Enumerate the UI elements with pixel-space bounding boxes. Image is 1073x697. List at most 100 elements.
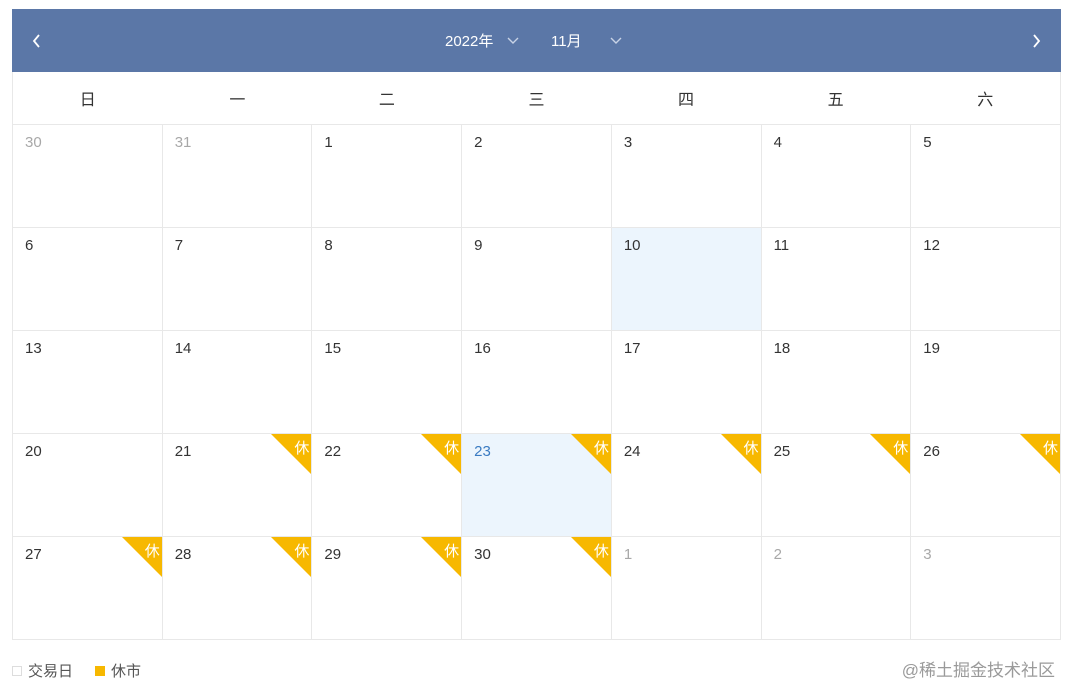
day-cell[interactable]: 11 (761, 228, 912, 331)
day-number: 15 (324, 340, 342, 357)
weekday-header: 六 (977, 92, 994, 109)
day-number: 3 (623, 134, 633, 151)
day-cell[interactable]: 9 (462, 228, 612, 331)
day-cell[interactable]: 7 (162, 228, 313, 331)
chevron-down-icon (610, 37, 622, 44)
badge-label: 休 (893, 439, 909, 457)
day-cell[interactable]: 8 (312, 228, 463, 331)
prev-month-button[interactable] (12, 9, 62, 72)
badge-label: 休 (144, 542, 160, 560)
day-cell[interactable]: 14 (162, 331, 313, 434)
day-cell[interactable]: 17 (611, 331, 762, 434)
year-select[interactable]: 2022年 (445, 9, 519, 72)
day-cell[interactable]: 27 休 (13, 537, 163, 640)
day-cell[interactable]: 3 (911, 537, 1061, 640)
badge-label: 休 (444, 439, 460, 457)
day-cell[interactable]: 2 (761, 537, 912, 640)
badge-label: 休 (294, 542, 310, 560)
weekday-header: 四 (678, 92, 695, 109)
next-month-button[interactable] (1011, 9, 1061, 72)
day-number: 2 (773, 546, 782, 563)
day-cell[interactable]: 20 (13, 434, 163, 537)
day-cell[interactable]: 10 (611, 228, 762, 331)
calendar: 2022年 11月 日 一 二 三 四 五 六 30 31 1 2 3 4 5 6 7 8 9 10 1… (12, 9, 1061, 640)
chevron-down-icon (507, 37, 519, 44)
legend-market-closed: 休市 (95, 660, 141, 681)
day-cell[interactable]: 6 (13, 228, 163, 331)
day-cell[interactable]: 26 休 (911, 434, 1061, 537)
market-closed-badge: 休 (271, 537, 312, 577)
badge-label: 休 (294, 439, 310, 457)
market-closed-badge: 休 (720, 434, 761, 474)
day-cell[interactable]: 23 休 (462, 434, 612, 537)
weekday-header: 一 (229, 92, 246, 109)
legend-trading-day-label: 交易日 (28, 663, 74, 680)
day-cell[interactable]: 16 (462, 331, 612, 434)
day-cell[interactable]: 31 (162, 125, 313, 228)
day-number: 7 (174, 237, 184, 254)
day-cell[interactable]: 19 (911, 331, 1061, 434)
day-cell[interactable]: 15 (312, 331, 463, 434)
weekday-header: 日 (79, 92, 96, 109)
day-cell[interactable]: 5 (911, 125, 1061, 228)
market-closed-badge: 休 (570, 537, 611, 577)
day-number: 17 (623, 340, 641, 357)
market-closed-badge: 休 (570, 434, 611, 474)
day-number: 1 (623, 546, 633, 563)
day-cell[interactable]: 18 (761, 331, 912, 434)
trading-day-swatch (12, 665, 22, 676)
day-cell[interactable]: 1 (611, 537, 762, 640)
day-number: 18 (773, 340, 791, 357)
day-cell[interactable]: 13 (13, 331, 163, 434)
month-select[interactable]: 11月 (551, 9, 622, 72)
calendar-header: 2022年 11月 (12, 9, 1061, 72)
market-closed-badge: 休 (870, 434, 911, 474)
legend-trading-day: 交易日 (12, 660, 73, 681)
day-number: 29 (324, 546, 342, 563)
day-number: 25 (773, 443, 791, 460)
day-number: 30 (474, 546, 491, 563)
day-number: 2 (474, 134, 483, 151)
badge-label: 休 (444, 542, 460, 560)
weekday-row: 日 一 二 三 四 五 六 (12, 72, 1061, 125)
day-cell[interactable]: 4 (761, 125, 912, 228)
chevron-left-icon (32, 33, 40, 48)
day-cell[interactable]: 28 休 (162, 537, 313, 640)
legend-market-closed-label: 休市 (111, 663, 142, 680)
day-cell[interactable]: 1 (312, 125, 463, 228)
day-grid: 30 31 1 2 3 4 5 6 7 8 9 10 11 12 13 14 15 16 17 18 19 20 21 休 22… (12, 125, 1061, 640)
day-number: 30 (25, 134, 42, 151)
badge-label: 休 (593, 542, 609, 560)
badge-label: 休 (1042, 439, 1058, 457)
day-cell[interactable]: 25 休 (761, 434, 912, 537)
day-cell[interactable]: 29 休 (312, 537, 463, 640)
market-closed-badge: 休 (1019, 434, 1060, 474)
watermark: @稀土掘金技术社区 (901, 661, 1055, 680)
market-closed-badge: 休 (121, 537, 162, 577)
day-cell[interactable]: 12 (911, 228, 1061, 331)
market-closed-badge: 休 (271, 434, 312, 474)
market-closed-badge: 休 (421, 537, 462, 577)
legend: 交易日 休市 (12, 660, 163, 681)
year-value: 2022年 (445, 33, 494, 50)
day-cell[interactable]: 30 (13, 125, 163, 228)
day-number: 19 (923, 340, 940, 357)
day-cell[interactable]: 22 休 (312, 434, 463, 537)
day-number: 22 (324, 443, 342, 460)
day-cell[interactable]: 24 休 (611, 434, 762, 537)
day-cell[interactable]: 30 休 (462, 537, 612, 640)
day-number: 21 (174, 443, 192, 460)
day-cell[interactable]: 2 (462, 125, 612, 228)
day-number: 27 (25, 546, 42, 563)
day-cell[interactable]: 21 休 (162, 434, 313, 537)
day-number: 14 (174, 340, 192, 357)
day-cell[interactable]: 3 (611, 125, 762, 228)
month-value: 11月 (551, 33, 582, 50)
day-number: 8 (324, 237, 333, 254)
chevron-right-icon (1033, 33, 1041, 48)
market-closed-swatch (95, 665, 106, 676)
badge-label: 休 (743, 439, 759, 457)
day-number: 3 (923, 546, 932, 563)
badge-label: 休 (593, 439, 609, 457)
day-number: 24 (623, 443, 641, 460)
